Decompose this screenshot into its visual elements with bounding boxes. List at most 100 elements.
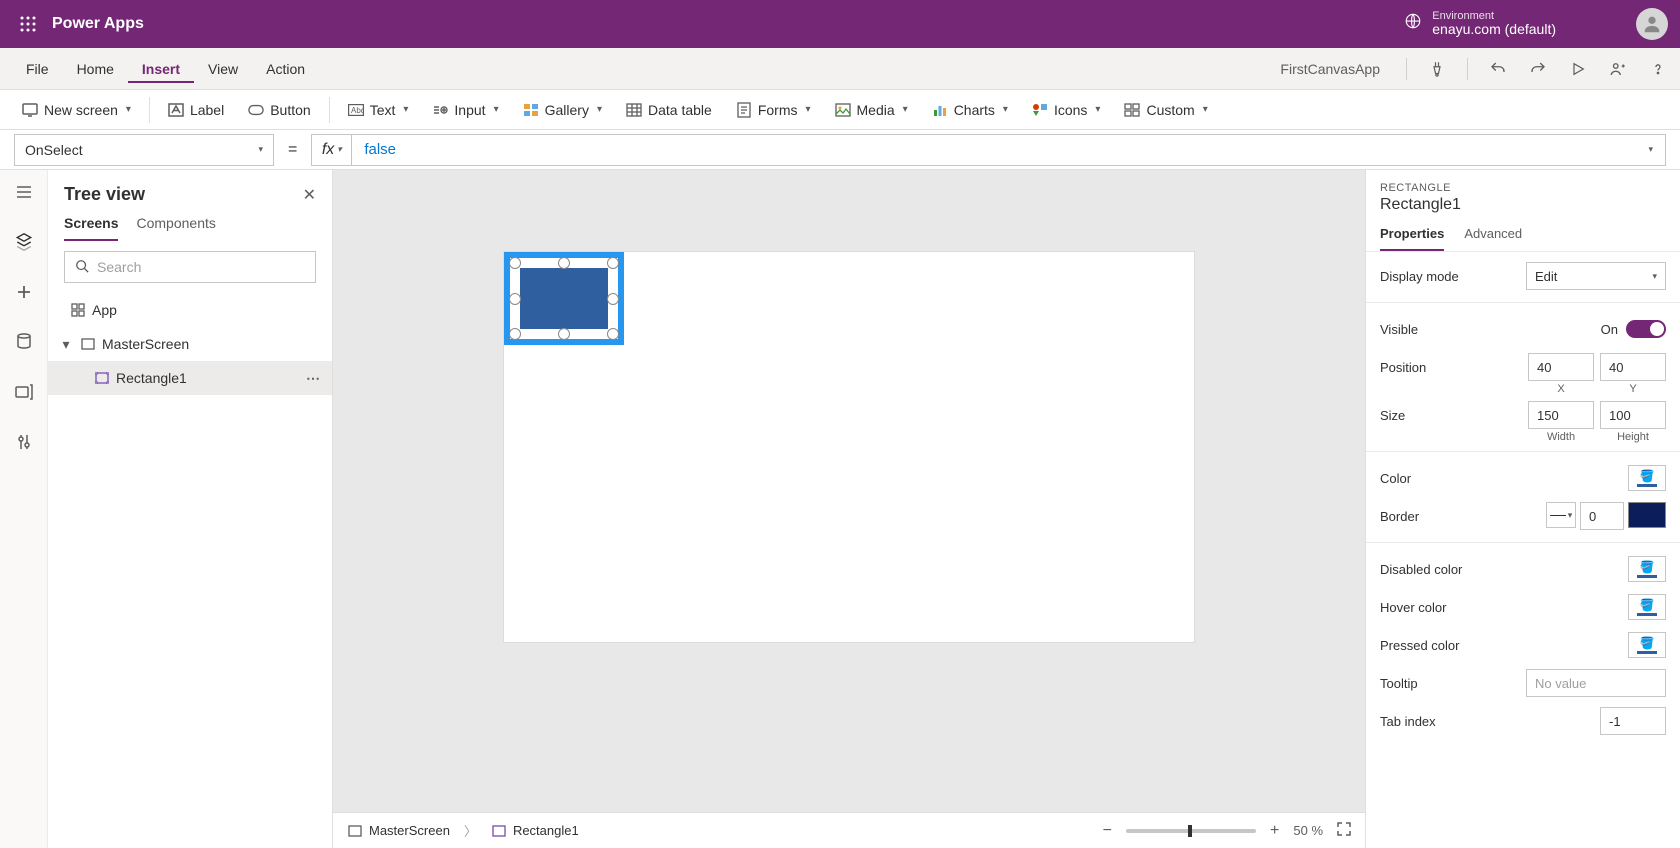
resize-handle[interactable] xyxy=(509,293,521,305)
property-selector[interactable]: OnSelect ▾ xyxy=(14,134,274,166)
menu-action[interactable]: Action xyxy=(252,55,319,83)
tab-properties[interactable]: Properties xyxy=(1380,226,1444,251)
breadcrumb-screen[interactable]: MasterScreen xyxy=(347,823,450,839)
disabled-color-picker[interactable]: 🪣 xyxy=(1628,556,1666,582)
app-checker-icon[interactable] xyxy=(1427,59,1447,79)
tab-advanced[interactable]: Advanced xyxy=(1464,226,1522,251)
visible-toggle[interactable] xyxy=(1626,320,1666,338)
search-icon xyxy=(75,259,89,276)
menu-file[interactable]: File xyxy=(12,55,63,83)
tree-node-screen[interactable]: ▾ MasterScreen xyxy=(48,327,332,361)
pressed-color-picker[interactable]: 🪣 xyxy=(1628,632,1666,658)
charts-menu[interactable]: Charts▾ xyxy=(922,96,1018,124)
environment-picker[interactable]: Environment enayu.com (default) xyxy=(1404,10,1556,37)
advanced-tools-icon[interactable] xyxy=(14,432,34,452)
fit-screen-icon[interactable] xyxy=(1337,822,1351,839)
screen-node-icon xyxy=(80,336,96,352)
text-menu[interactable]: Abc Text▾ xyxy=(338,96,419,124)
zoom-in-icon[interactable]: + xyxy=(1270,822,1279,840)
custom-menu[interactable]: Custom▾ xyxy=(1114,96,1217,124)
share-icon[interactable] xyxy=(1608,59,1628,79)
input-menu[interactable]: Input▾ xyxy=(422,96,508,124)
position-x-input[interactable]: 40 xyxy=(1528,353,1594,381)
play-icon[interactable] xyxy=(1568,59,1588,79)
position-label: Position xyxy=(1380,360,1426,375)
tabindex-label: Tab index xyxy=(1380,714,1436,729)
tree-node-rectangle[interactable]: Rectangle1 ⋯ xyxy=(48,361,332,395)
data-icon[interactable] xyxy=(14,332,34,352)
design-canvas[interactable] xyxy=(504,252,1194,642)
button-icon xyxy=(248,102,264,118)
resize-handle[interactable] xyxy=(607,257,619,269)
formula-bar: OnSelect ▾ = fx▾ false ▾ xyxy=(0,130,1680,170)
breadcrumb-rectangle[interactable]: Rectangle1 xyxy=(491,823,579,839)
label-button[interactable]: Label xyxy=(158,96,234,124)
media-rail-icon[interactable] xyxy=(14,382,34,402)
rectangle-fill xyxy=(520,268,608,329)
zoom-out-icon[interactable]: − xyxy=(1103,822,1112,840)
tree-node-app[interactable]: App xyxy=(48,293,332,327)
redo-icon[interactable] xyxy=(1528,59,1548,79)
custom-icon xyxy=(1124,102,1140,118)
resize-handle[interactable] xyxy=(558,328,570,340)
data-table-button[interactable]: Data table xyxy=(616,96,722,124)
height-input[interactable]: 100 xyxy=(1600,401,1666,429)
button-button[interactable]: Button xyxy=(238,96,320,124)
hover-color-picker[interactable]: 🪣 xyxy=(1628,594,1666,620)
resize-handle[interactable] xyxy=(558,257,570,269)
svg-text:Abc: Abc xyxy=(351,106,364,115)
width-input[interactable]: 150 xyxy=(1528,401,1594,429)
forms-menu[interactable]: Forms▾ xyxy=(726,96,821,124)
app-launcher-icon[interactable] xyxy=(12,8,44,40)
rectangle-icon xyxy=(491,823,507,839)
disabled-color-label: Disabled color xyxy=(1380,562,1462,577)
more-icon[interactable]: ⋯ xyxy=(306,370,322,387)
resize-handle[interactable] xyxy=(607,328,619,340)
tooltip-input[interactable]: No value xyxy=(1526,669,1666,697)
expand-formula-icon[interactable]: ▾ xyxy=(1648,144,1653,155)
position-y-input[interactable]: 40 xyxy=(1600,353,1666,381)
properties-panel: RECTANGLE Rectangle1 Properties Advanced… xyxy=(1365,170,1680,848)
close-icon[interactable]: ✕ xyxy=(303,185,316,205)
border-label: Border xyxy=(1380,509,1419,524)
zoom-slider[interactable] xyxy=(1126,829,1256,833)
border-style-select[interactable]: ▾ xyxy=(1546,502,1576,528)
hover-color-label: Hover color xyxy=(1380,600,1446,615)
hamburger-icon[interactable] xyxy=(14,182,34,202)
menu-insert[interactable]: Insert xyxy=(128,55,194,83)
tab-components[interactable]: Components xyxy=(136,215,215,241)
selected-rectangle-shape[interactable] xyxy=(504,252,624,345)
border-color-picker[interactable] xyxy=(1628,502,1666,528)
media-menu[interactable]: Media▾ xyxy=(825,96,918,124)
gallery-menu[interactable]: Gallery▾ xyxy=(513,96,612,124)
display-mode-select[interactable]: Edit▾ xyxy=(1526,262,1666,290)
undo-icon[interactable] xyxy=(1488,59,1508,79)
tab-screens[interactable]: Screens xyxy=(64,215,118,241)
user-avatar[interactable] xyxy=(1636,8,1668,40)
resize-handle[interactable] xyxy=(607,293,619,305)
tabindex-input[interactable]: -1 xyxy=(1600,707,1666,735)
app-header: Power Apps Environment enayu.com (defaul… xyxy=(0,0,1680,48)
border-width-input[interactable]: 0 xyxy=(1580,502,1624,530)
menu-view[interactable]: View xyxy=(194,55,252,83)
help-icon[interactable] xyxy=(1648,59,1668,79)
icons-menu[interactable]: Icons▾ xyxy=(1022,96,1111,124)
environment-icon xyxy=(1404,12,1422,35)
formula-input[interactable]: false ▾ xyxy=(351,134,1666,166)
resize-handle[interactable] xyxy=(509,328,521,340)
color-label: Color xyxy=(1380,471,1411,486)
tree-view-icon[interactable] xyxy=(14,232,34,252)
new-screen-button[interactable]: New screen▾ xyxy=(12,96,141,124)
insert-icon[interactable] xyxy=(14,282,34,302)
canvas-status-bar: MasterScreen 〉 Rectangle1 − + 50 % xyxy=(333,812,1365,848)
forms-icon xyxy=(736,102,752,118)
resize-handle[interactable] xyxy=(509,257,521,269)
selected-type-label: RECTANGLE xyxy=(1380,182,1666,194)
menu-home[interactable]: Home xyxy=(63,55,128,83)
tree-search-input[interactable]: Search xyxy=(64,251,316,283)
color-picker[interactable]: 🪣 xyxy=(1628,465,1666,491)
input-icon xyxy=(432,102,448,118)
fx-button[interactable]: fx▾ xyxy=(311,134,351,166)
chevron-down-icon[interactable]: ▾ xyxy=(58,336,74,352)
visible-value: On xyxy=(1601,322,1618,337)
